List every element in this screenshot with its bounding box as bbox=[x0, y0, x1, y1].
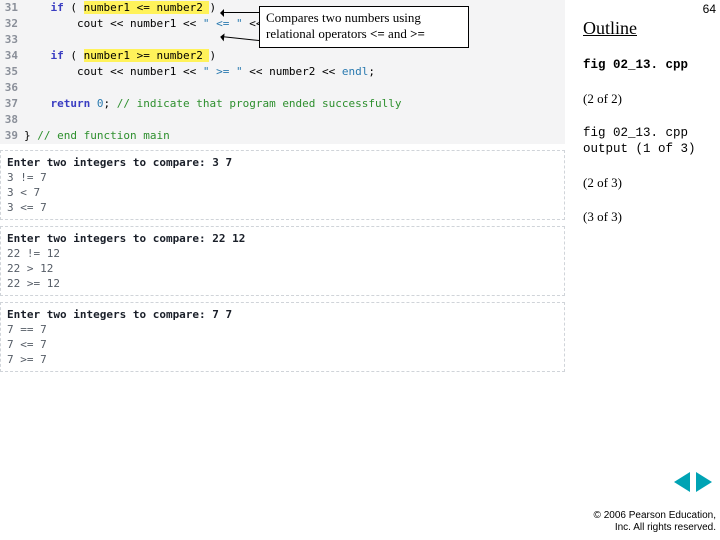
line-number: 33 bbox=[0, 32, 24, 48]
program-output-3: Enter two integers to compare: 7 7 7 == … bbox=[0, 302, 565, 372]
line-number: 31 bbox=[0, 0, 24, 16]
outline-panel: 64 Outline fig 02_13. cpp (2 of 2) fig 0… bbox=[575, 0, 720, 540]
line-number: 39 bbox=[0, 128, 24, 144]
outline-title: Outline bbox=[583, 18, 720, 39]
outline-item: (3 of 3) bbox=[583, 209, 720, 225]
line-number: 36 bbox=[0, 80, 24, 96]
slide-number: 64 bbox=[703, 2, 716, 16]
copyright-text: © 2006 Pearson Education, Inc. All right… bbox=[575, 510, 716, 534]
program-output-2: Enter two integers to compare: 22 12 22 … bbox=[0, 226, 565, 296]
outline-item: (2 of 2) bbox=[583, 91, 720, 107]
outline-item: (2 of 3) bbox=[583, 175, 720, 191]
line-number: 37 bbox=[0, 96, 24, 112]
line-number: 35 bbox=[0, 64, 24, 80]
line-number: 34 bbox=[0, 48, 24, 64]
line-number: 32 bbox=[0, 16, 24, 32]
callout-arrow-icon bbox=[222, 12, 259, 13]
code-and-output-area: 31 if ( number1 <= number2 ) 32 cout << … bbox=[0, 0, 565, 372]
program-output-1: Enter two integers to compare: 3 7 3 != … bbox=[0, 150, 565, 220]
annotation-callout: Compares two numbers using relational op… bbox=[259, 6, 469, 48]
outline-item: fig 02_13. cpp bbox=[583, 57, 720, 73]
outline-item: fig 02_13. cpp output (1 of 3) bbox=[583, 125, 720, 157]
next-slide-button[interactable] bbox=[696, 472, 712, 492]
prev-slide-button[interactable] bbox=[674, 472, 690, 492]
line-number: 38 bbox=[0, 112, 24, 128]
